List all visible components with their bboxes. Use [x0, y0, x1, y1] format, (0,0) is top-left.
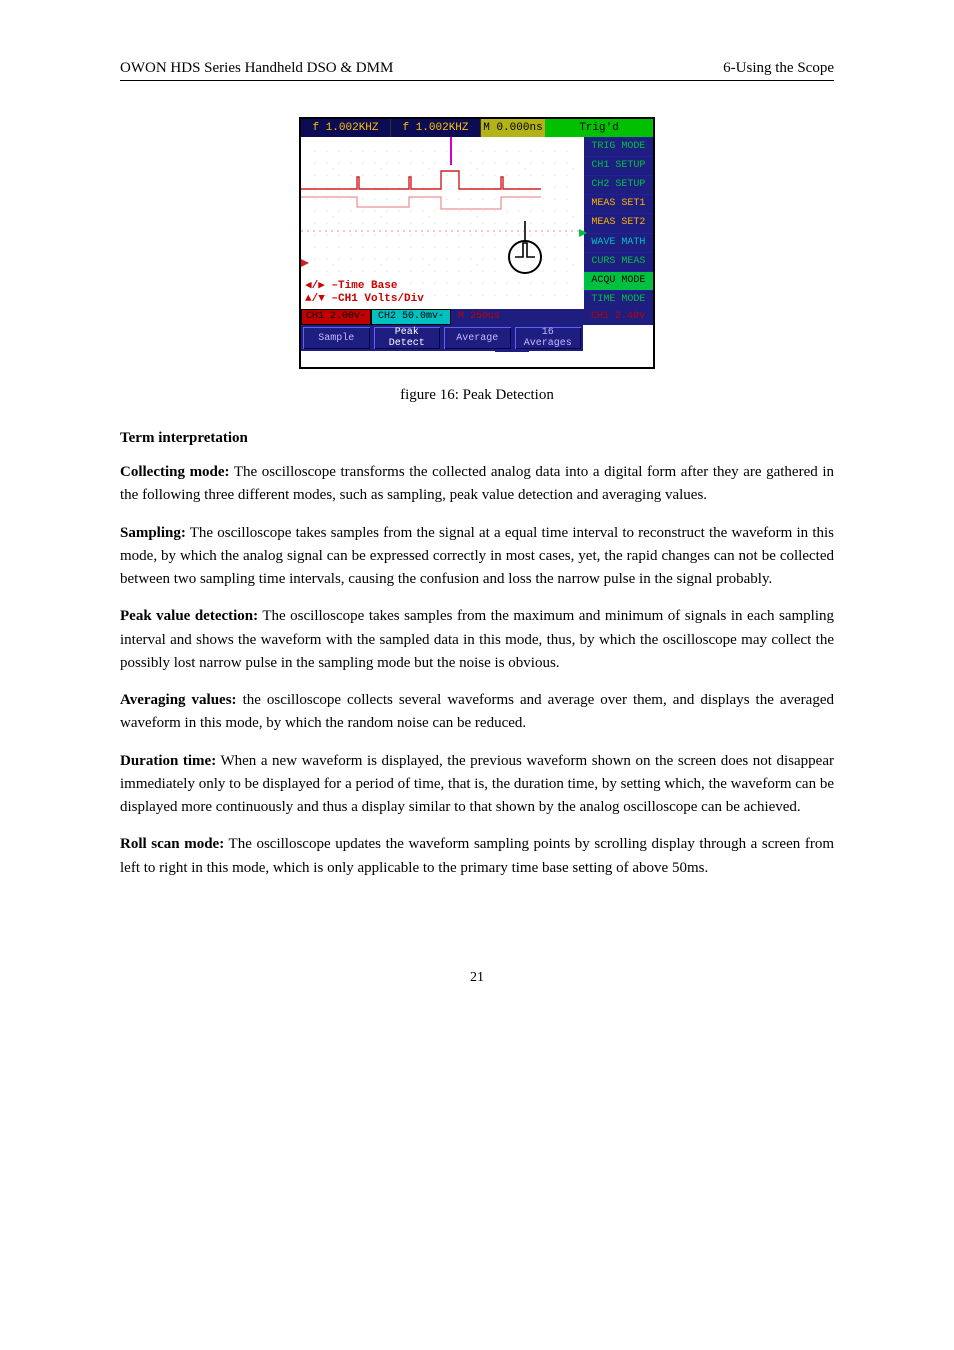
ch2-frequency: f 1.002KHZ — [391, 119, 481, 137]
page-number: 21 — [120, 970, 834, 986]
text-sampling: The oscilloscope takes samples from the … — [120, 525, 834, 588]
term-collecting-mode: Collecting mode: — [120, 464, 230, 480]
para-averaging: Averaging values: the oscilloscope colle… — [120, 689, 834, 736]
status-ch1: CH1 2.00v- — [301, 309, 371, 325]
menu-curs-meas[interactable]: CURS MEAS — [584, 252, 653, 271]
softkey-row: Sample PeakDetect Average 16Averages — [301, 325, 653, 351]
scope-top-bar: f 1.002KHZ f 1.002KHZ M 0.000ns Trig'd — [301, 119, 653, 137]
scope-footer — [301, 351, 653, 367]
trigger-status: Trig'd — [545, 119, 653, 137]
status-m: M 250us — [451, 309, 507, 325]
softkey-sample[interactable]: Sample — [301, 325, 372, 351]
para-collecting-mode: Collecting mode: The oscilloscope transf… — [120, 461, 834, 508]
menu-wave-math[interactable]: WAVE MATH — [584, 233, 653, 252]
term-roll-scan: Roll scan mode: — [120, 836, 224, 852]
menu-time-mode[interactable]: TIME MODE — [584, 290, 653, 309]
para-duration: Duration time: When a new waveform is di… — [120, 750, 834, 820]
menu-meas-set1[interactable]: MEAS SET1 — [584, 194, 653, 213]
term-duration: Duration time: — [120, 753, 216, 769]
term-sampling: Sampling: — [120, 525, 186, 541]
text-roll-scan: The oscilloscope updates the waveform sa… — [120, 836, 834, 875]
term-peak-detection: Peak value detection: — [120, 608, 258, 624]
menu-ch2-setup[interactable]: CH2 SETUP — [584, 175, 653, 194]
text-duration: When a new waveform is displayed, the pr… — [120, 753, 834, 816]
term-averaging: Averaging values: — [120, 692, 237, 708]
figure-caption: figure 16: Peak Detection — [120, 387, 834, 404]
para-peak-detection: Peak value detection: The oscilloscope t… — [120, 605, 834, 675]
nav-hint-box: ◀/▶ –Time Base ▲/▼ –CH1 Volts/Div — [305, 280, 424, 308]
m-time-readout: M 0.000ns — [481, 119, 545, 137]
para-sampling: Sampling: The oscilloscope takes samples… — [120, 522, 834, 592]
header-left: OWON HDS Series Handheld DSO & DMM — [120, 60, 393, 77]
status-ch2: CH2 50.0mv- — [371, 309, 451, 325]
figure: f 1.002KHZ f 1.002KHZ M 0.000ns Trig'd — [120, 117, 834, 369]
waveform-area: ◀/▶ –Time Base ▲/▼ –CH1 Volts/Div — [301, 137, 584, 309]
softkey-peak-detect[interactable]: PeakDetect — [372, 325, 443, 351]
header-right: 6-Using the Scope — [723, 60, 834, 77]
section-heading: Term interpretation — [120, 430, 834, 447]
menu-acqu-mode[interactable]: ACQU MODE — [584, 271, 653, 290]
para-roll-scan: Roll scan mode: The oscilloscope updates… — [120, 833, 834, 880]
status-trig-level: CH1 2.40v — [583, 309, 653, 325]
status-row: CH1 2.00v- CH2 50.0mv- M 250us CH1 2.40v — [301, 309, 653, 325]
menu-meas-set2[interactable]: MEAS SET2 — [584, 213, 653, 232]
volts-div-hint: ▲/▼ –CH1 Volts/Div — [305, 293, 424, 305]
menu-trig-mode[interactable]: TRIG MODE — [584, 137, 653, 156]
page-header: OWON HDS Series Handheld DSO & DMM 6-Usi… — [120, 60, 834, 81]
timebase-hint: ◀/▶ –Time Base — [305, 280, 397, 292]
oscilloscope-screenshot: f 1.002KHZ f 1.002KHZ M 0.000ns Trig'd — [299, 117, 655, 369]
menu-ch1-setup[interactable]: CH1 SETUP — [584, 156, 653, 175]
ch1-frequency: f 1.002KHZ — [301, 119, 391, 137]
side-menu: TRIG MODE CH1 SETUP CH2 SETUP MEAS SET1 … — [584, 137, 653, 309]
